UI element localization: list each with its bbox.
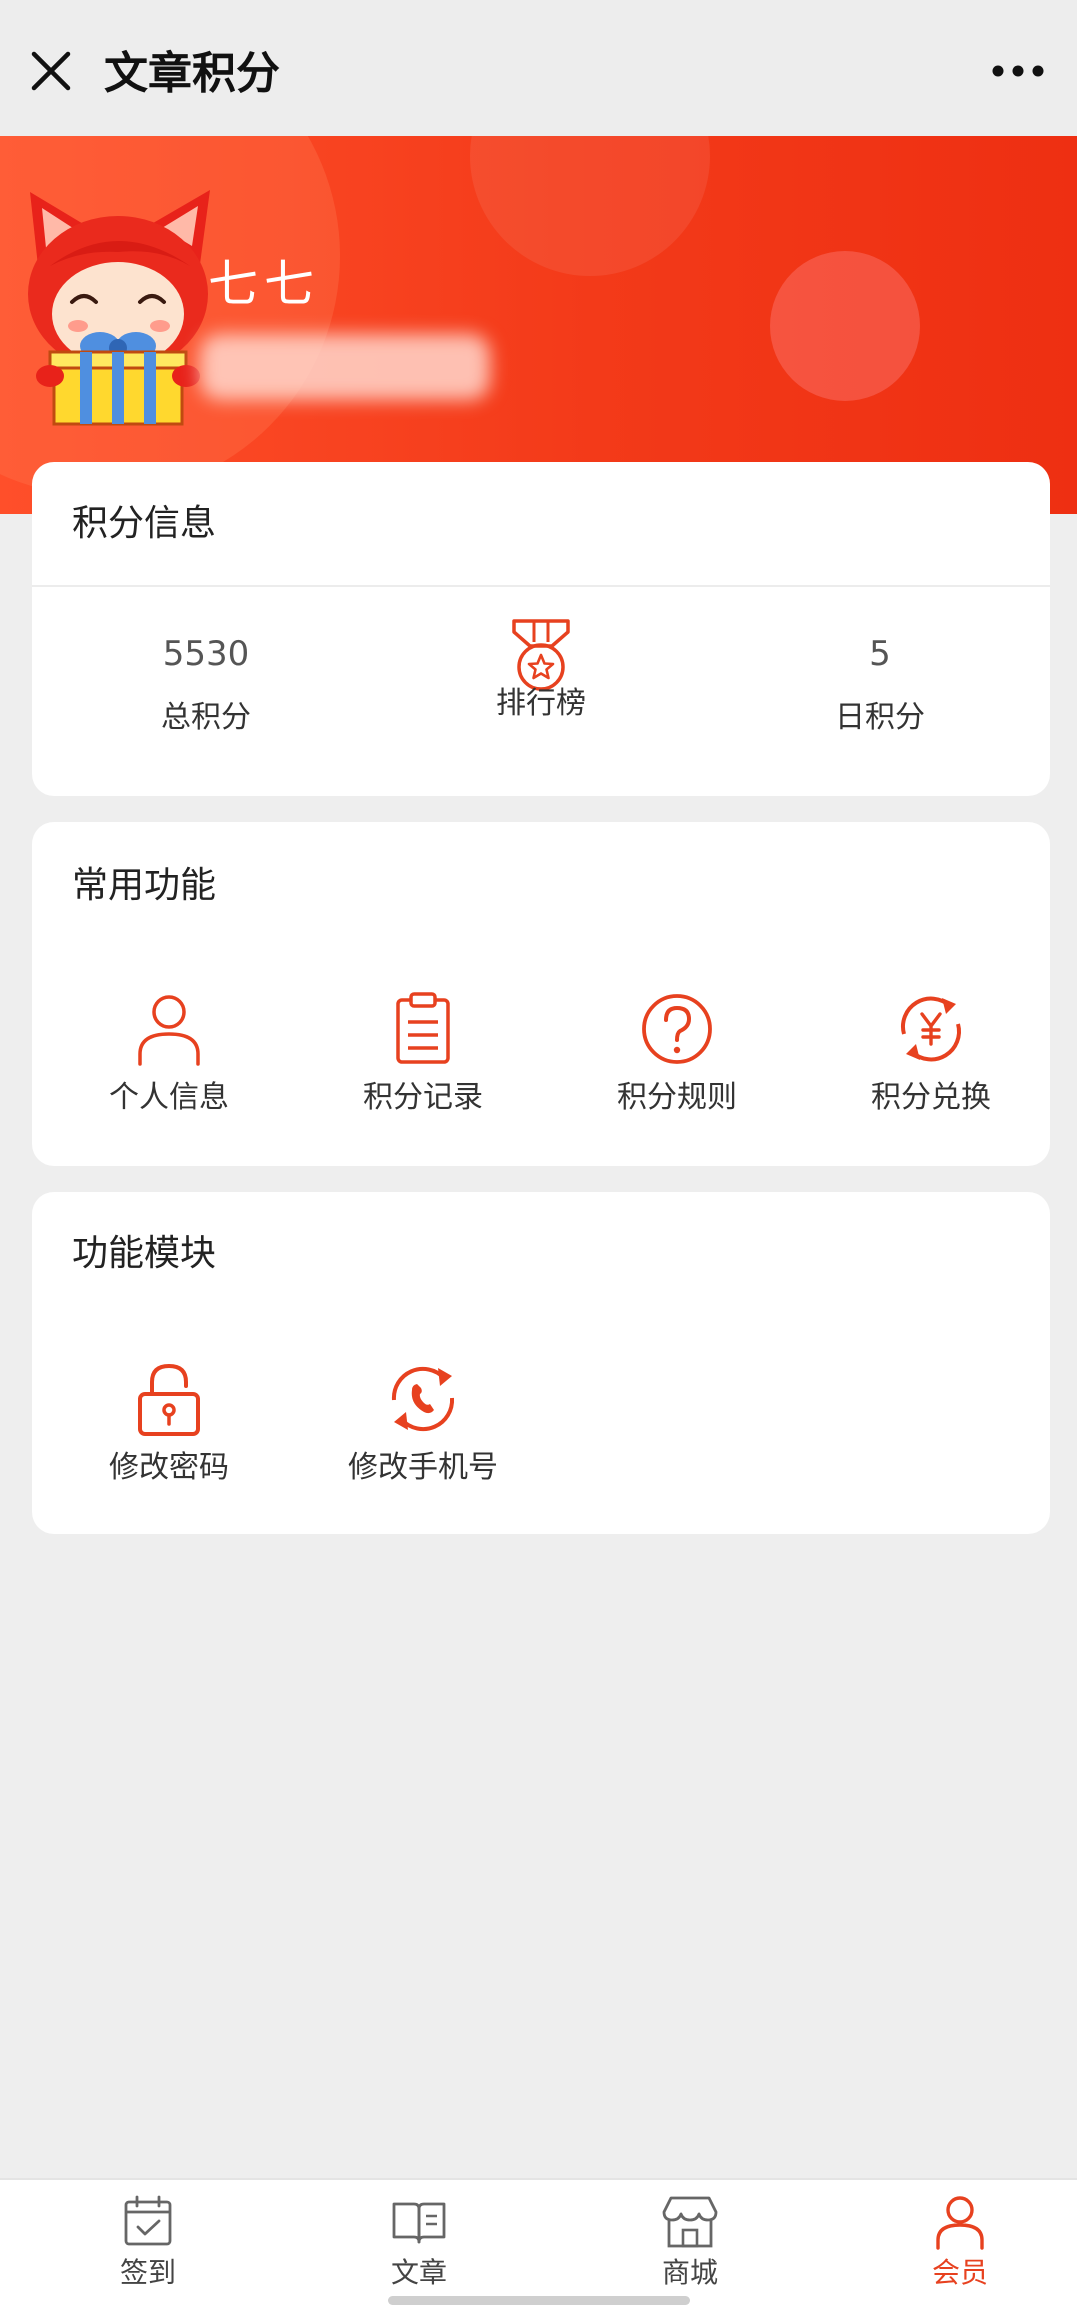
tab-member[interactable]: 会员	[880, 2194, 1040, 2292]
medal-icon	[512, 619, 570, 691]
points-card-title: 积分信息	[72, 503, 217, 544]
points-exchange-label: 积分兑换	[871, 1080, 991, 1115]
book-icon	[392, 2202, 446, 2244]
username: 七七	[208, 255, 320, 313]
tab-store[interactable]: 商城	[610, 2194, 770, 2292]
calendar-check-icon	[124, 2195, 172, 2246]
tab-checkin[interactable]: 签到	[68, 2194, 228, 2292]
total-points[interactable]: 5530 总积分	[86, 632, 326, 738]
person-icon	[138, 995, 200, 1066]
tab-store-label: 商城	[661, 2256, 718, 2289]
store-icon	[662, 2196, 718, 2248]
personal-info-label: 个人信息	[109, 1080, 229, 1115]
clipboard-icon	[396, 992, 450, 1064]
tab-checkin-label: 签到	[119, 2256, 176, 2289]
ranking-button[interactable]: 排行榜	[421, 619, 661, 724]
points-rules-button[interactable]: 积分规则	[567, 990, 787, 1118]
more-dots-icon[interactable]	[991, 56, 1045, 86]
refresh-phone-icon	[391, 1366, 455, 1432]
total-points-label: 总积分	[161, 700, 251, 735]
function-modules-title: 功能模块	[72, 1233, 217, 1274]
tab-articles-label: 文章	[390, 2256, 447, 2289]
card-divider	[32, 585, 1050, 587]
banner-decoration	[470, 136, 710, 276]
daily-points-value: 5	[869, 634, 891, 674]
change-password-button[interactable]: 修改密码	[59, 1360, 279, 1488]
close-icon[interactable]	[26, 46, 76, 96]
exchange-yen-icon	[901, 996, 961, 1062]
top-bar: 文章积分	[0, 0, 1077, 136]
points-exchange-button[interactable]: 积分兑换	[821, 990, 1041, 1118]
tab-articles[interactable]: 文章	[339, 2194, 499, 2292]
profile-banner: 七七	[0, 136, 1077, 514]
daily-points[interactable]: 5 日积分	[760, 632, 1000, 738]
member-icon	[936, 2196, 984, 2250]
total-points-value: 5530	[162, 634, 250, 674]
change-password-label: 修改密码	[109, 1450, 229, 1485]
ranking-label: 排行榜	[496, 686, 586, 721]
points-record-label: 积分记录	[363, 1080, 483, 1115]
page-title: 文章积分	[104, 48, 280, 99]
home-indicator	[388, 2296, 690, 2305]
tab-member-label: 会员	[931, 2256, 988, 2289]
redacted-user-id	[200, 334, 490, 400]
points-info-card: 积分信息 5530 总积分 排行榜 5 日积分	[32, 462, 1050, 796]
change-phone-label: 修改手机号	[348, 1450, 498, 1485]
points-rules-label: 积分规则	[617, 1080, 737, 1115]
common-functions-card: 常用功能 个人信息 积分记录 积分规则 积分兑换	[32, 822, 1050, 1166]
fox-avatar-icon[interactable]	[20, 186, 210, 426]
change-phone-button[interactable]: 修改手机号	[313, 1360, 533, 1488]
daily-points-label: 日积分	[835, 700, 925, 735]
common-functions-title: 常用功能	[72, 865, 217, 906]
points-record-button[interactable]: 积分记录	[313, 990, 533, 1118]
lock-icon	[138, 1363, 200, 1436]
personal-info-button[interactable]: 个人信息	[59, 990, 279, 1118]
bottom-tab-bar: 签到 文章 商城 会员	[0, 2178, 1077, 2307]
function-modules-card: 功能模块 修改密码 修改手机号	[32, 1192, 1050, 1534]
banner-decoration	[770, 251, 920, 401]
question-icon	[642, 994, 712, 1064]
